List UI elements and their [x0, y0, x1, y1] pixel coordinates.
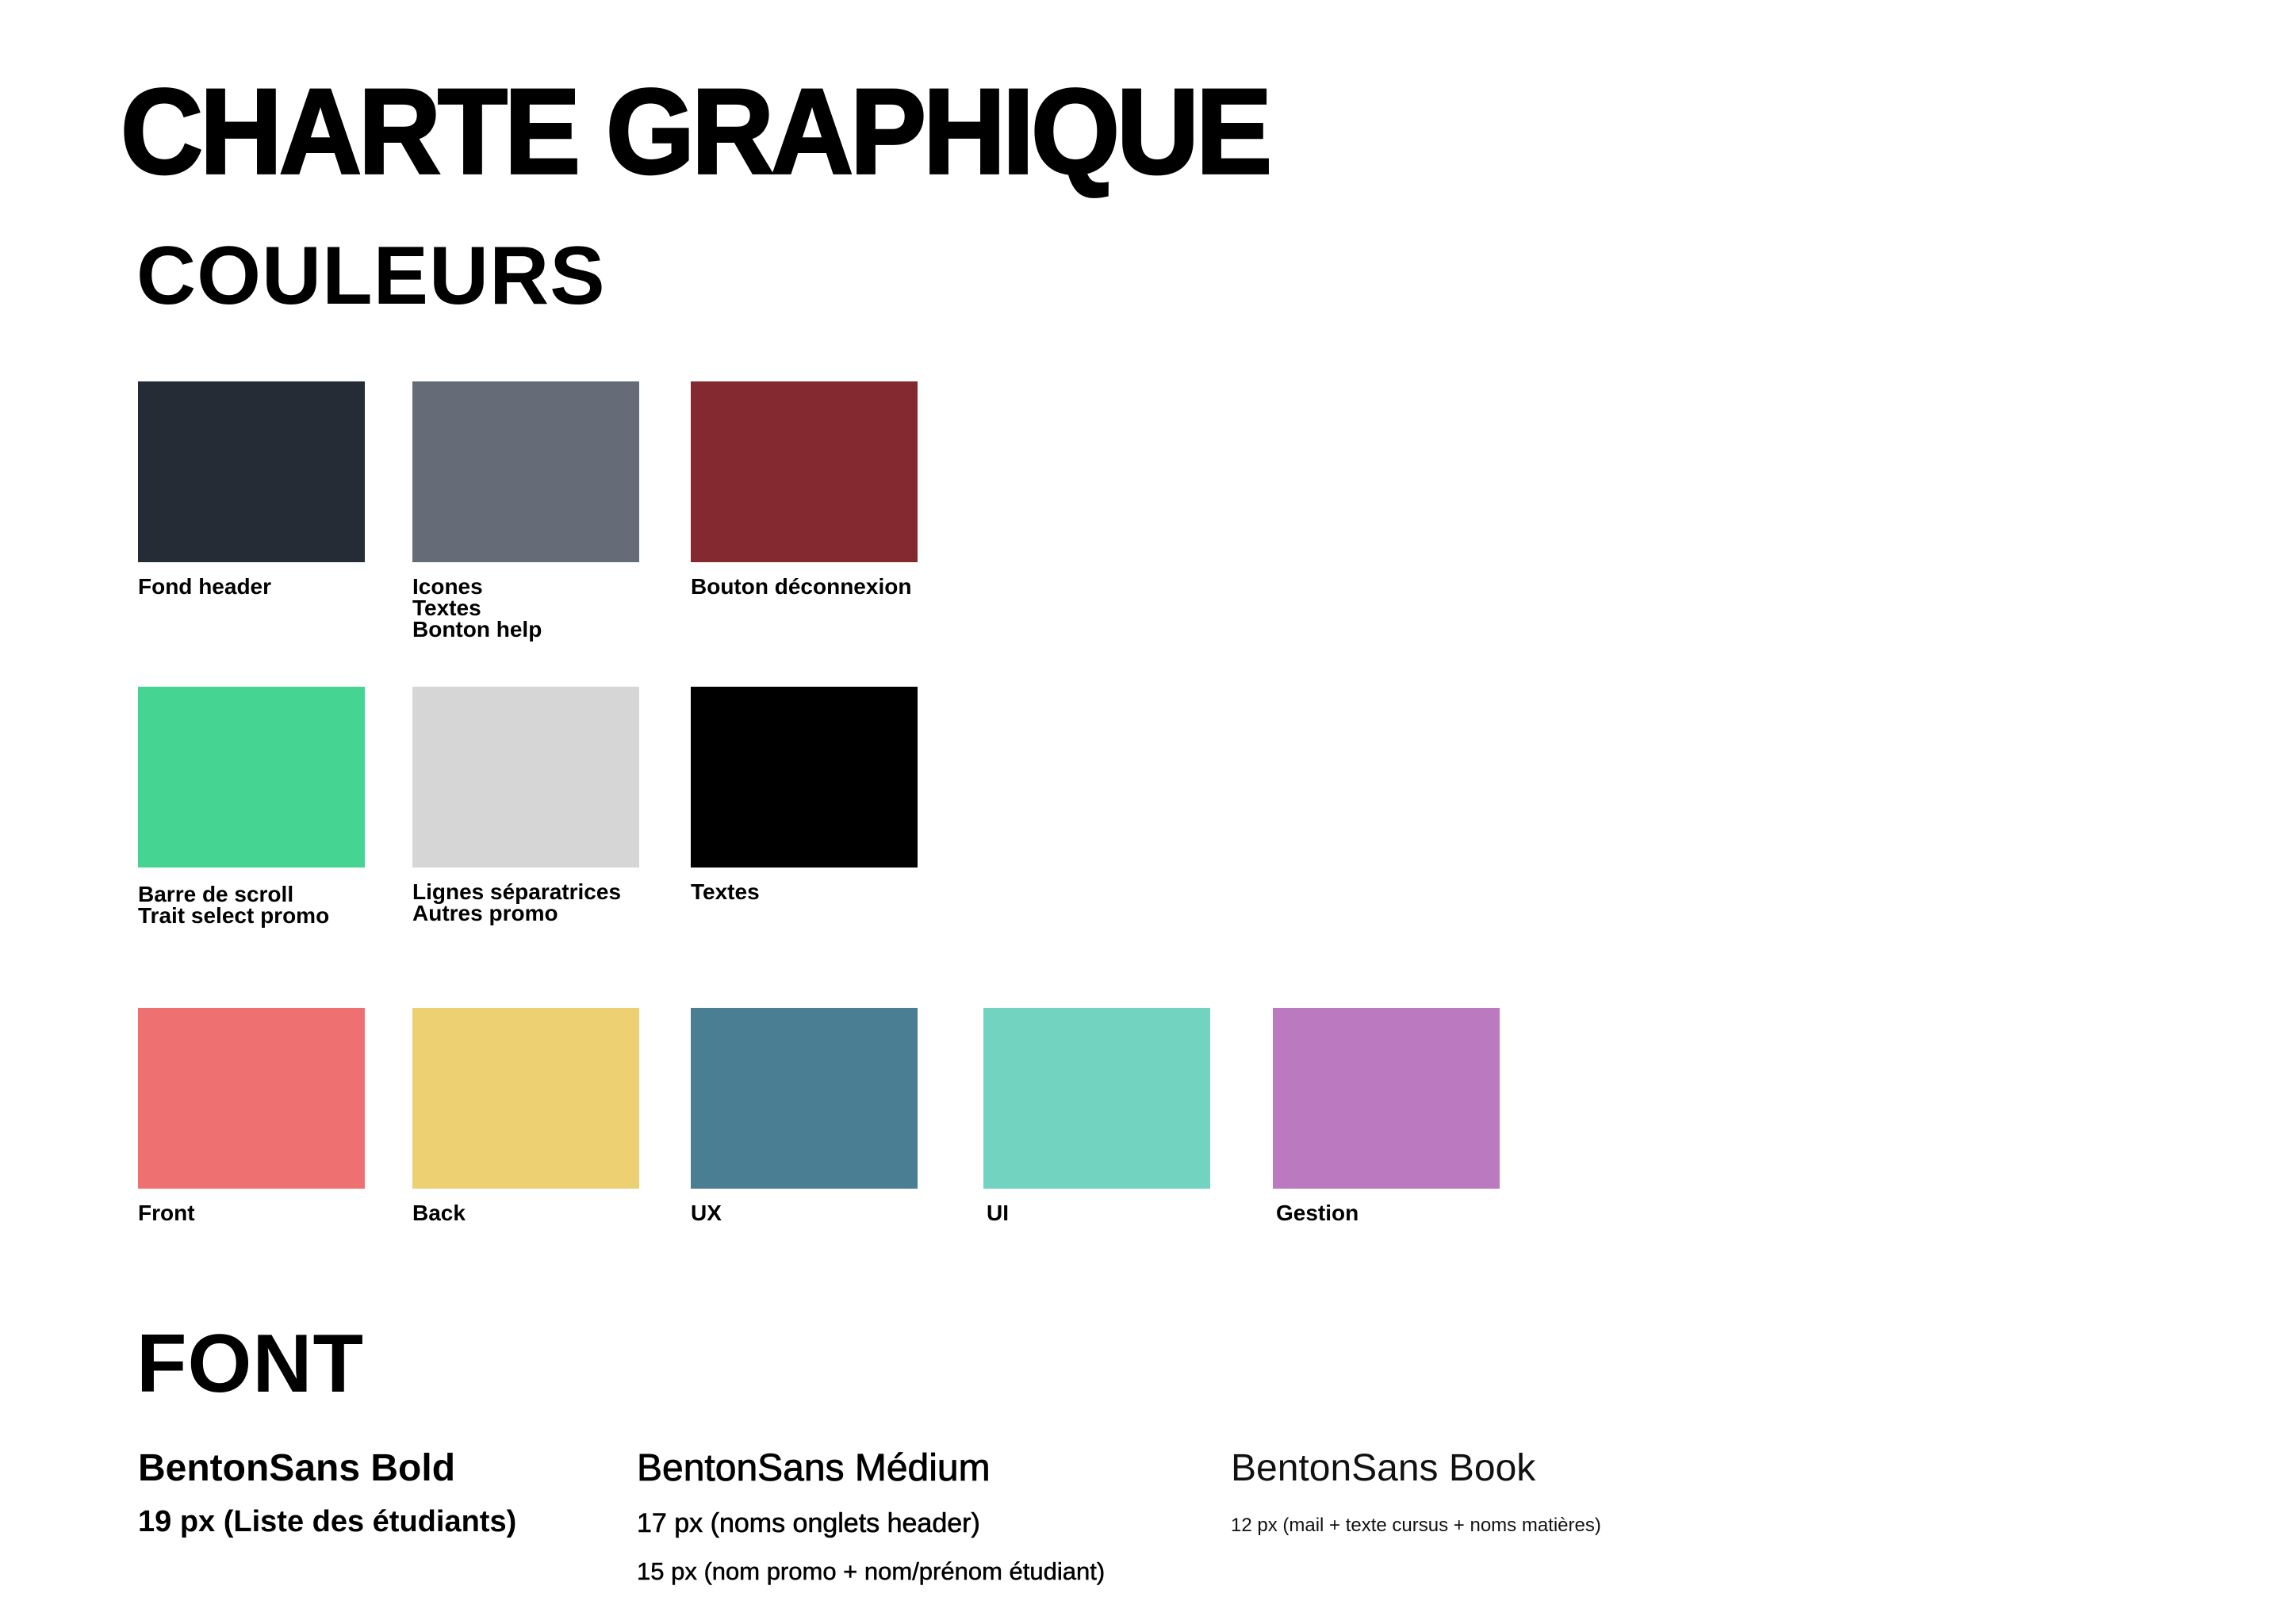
color-usage-line: Back: [412, 1201, 466, 1225]
page-title: CHARTE GRAPHIQUE: [119, 63, 1273, 200]
color-usage-line: UI: [987, 1201, 1009, 1225]
colors-section-title: COULEURS: [136, 230, 606, 322]
font-name-bold: BentonSans Bold: [138, 1447, 456, 1489]
color-usage-label: UI: [987, 1202, 1009, 1224]
color-usage-line: Autres promo: [412, 901, 558, 925]
font-size-spec: 17 px (noms onglets header): [637, 1508, 980, 1538]
color-usage-line: Textes: [412, 596, 481, 620]
color-usage-line: Gestion: [1276, 1201, 1359, 1225]
font-name-medium: BentonSans Médium: [637, 1447, 991, 1489]
color-usage-label: Barre de scroll Trait select promo: [138, 882, 330, 928]
color-sample: [412, 381, 639, 562]
color-usage-line: Icones: [412, 574, 483, 599]
color-sample: [983, 1008, 1210, 1189]
color-sample: [412, 687, 639, 868]
color-usage-line: Bouton déconnexion: [691, 574, 912, 599]
color-usage-label: Bouton déconnexion: [691, 574, 912, 599]
color-sample: [1273, 1008, 1500, 1189]
color-usage-line: UX: [691, 1201, 722, 1225]
color-usage-line: Lignes séparatrices: [412, 879, 622, 904]
color-sample: [691, 381, 918, 562]
color-usage-label: Textes: [691, 879, 760, 904]
color-usage-label: Gestion: [1276, 1202, 1359, 1224]
color-sample: [691, 687, 918, 868]
color-usage-label: Back: [412, 1202, 466, 1224]
color-usage-line: Barre de scroll: [138, 882, 294, 906]
color-sample: [412, 1008, 639, 1189]
font-size-spec: 15 px (nom promo + nom/prénom étudiant): [637, 1557, 1106, 1585]
color-usage-line: Front: [138, 1201, 195, 1225]
color-usage-label: Fond header: [138, 574, 272, 599]
color-usage-line: Fond header: [138, 574, 272, 599]
color-usage-label: Icones Textes Bonton help: [412, 574, 542, 642]
color-usage-line: Trait select promo: [138, 903, 330, 928]
color-usage-line: Textes: [691, 879, 760, 904]
font-name-book: BentonSans Book: [1231, 1447, 1536, 1489]
color-sample: [138, 687, 365, 868]
color-sample: [138, 1008, 365, 1189]
font-size-spec: 12 px (mail + texte cursus + noms matièr…: [1231, 1515, 1601, 1536]
color-usage-label: Front: [138, 1202, 195, 1224]
color-sample: [691, 1008, 918, 1189]
color-sample: [138, 381, 365, 562]
color-usage-label: UX: [691, 1202, 722, 1224]
color-usage-line: Bonton help: [412, 617, 542, 642]
font-section-title: FONT: [136, 1318, 365, 1410]
color-usage-label: Lignes séparatrices Autres promo: [412, 879, 622, 925]
font-size-spec: 19 px (Liste des étudiants): [138, 1505, 517, 1538]
